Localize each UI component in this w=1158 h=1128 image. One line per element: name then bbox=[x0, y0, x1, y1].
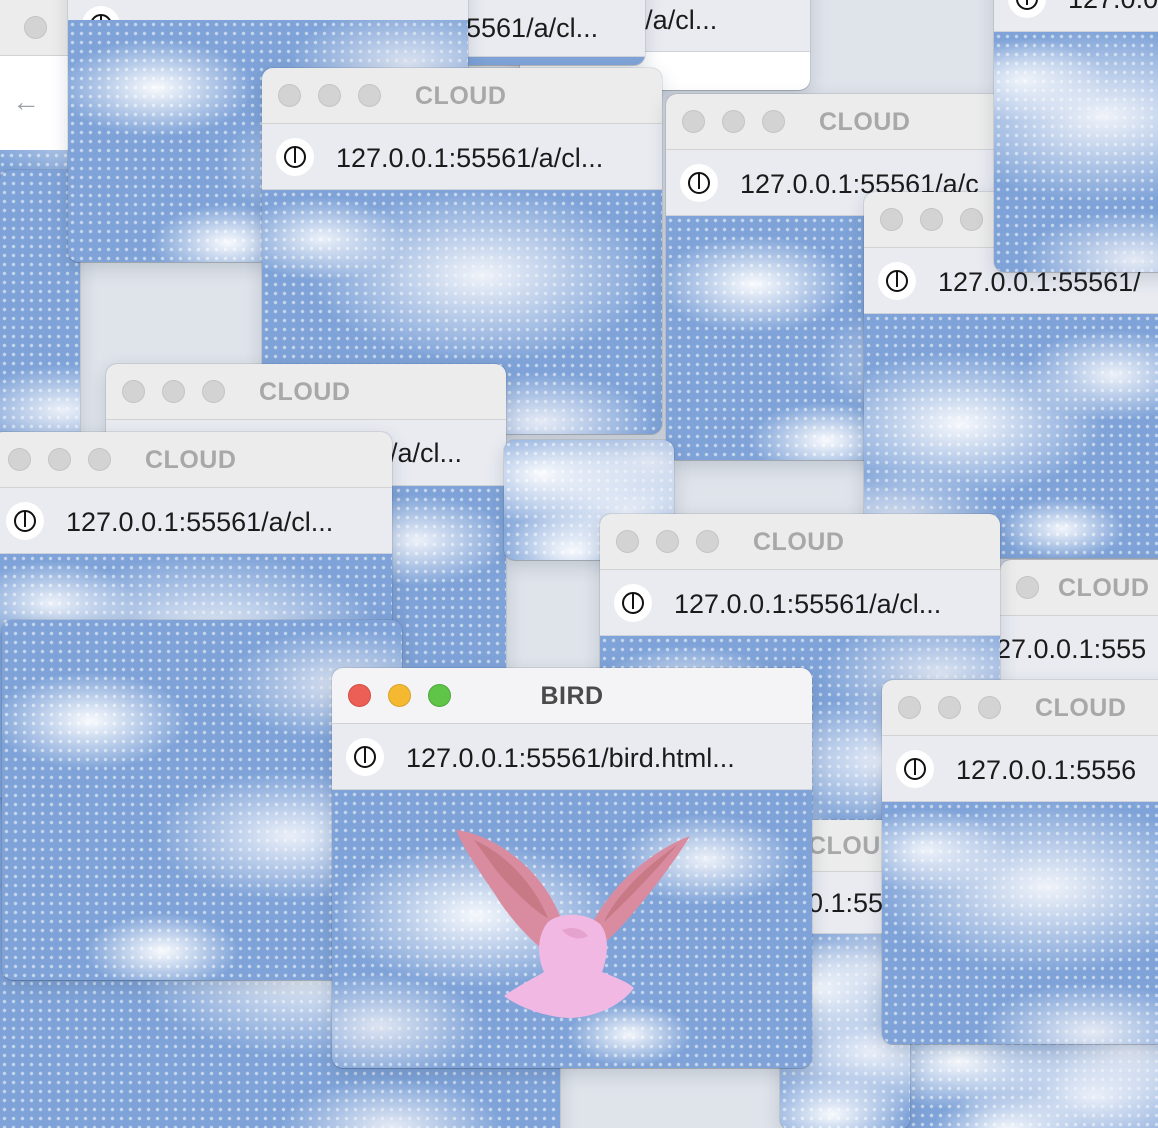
cloud-image bbox=[900, 1030, 1158, 1128]
title-bar[interactable]: CLOUD bbox=[1000, 560, 1158, 616]
zoom-button[interactable] bbox=[960, 208, 983, 231]
url-text[interactable]: 127.0.0.1:5556 bbox=[956, 755, 1136, 786]
address-bar[interactable]: 127.0.0.1:55561/a/cl... bbox=[0, 488, 392, 554]
close-button[interactable] bbox=[1016, 576, 1039, 599]
info-circle-icon[interactable] bbox=[1008, 0, 1046, 18]
url-text[interactable]: 127.0.0.1:55561/bird.html... bbox=[406, 743, 735, 774]
info-circle-icon[interactable] bbox=[878, 262, 916, 300]
window-title: CLOUD bbox=[819, 108, 911, 136]
minimize-button[interactable] bbox=[938, 696, 961, 719]
title-bar[interactable]: BIRD bbox=[332, 668, 812, 724]
window-title: CLOU bbox=[808, 832, 881, 860]
url-text[interactable]: 127.0.0.1:55561/a/cl... bbox=[336, 143, 603, 174]
window-title: CLOUD bbox=[259, 378, 351, 406]
cloud-image bbox=[882, 802, 1158, 1044]
zoom-button[interactable] bbox=[696, 530, 719, 553]
title-bar[interactable]: CLOUD bbox=[0, 432, 392, 488]
close-button[interactable] bbox=[682, 110, 705, 133]
cloud-window-5[interactable]: 127.0.0. bbox=[994, 0, 1158, 272]
minimize-button[interactable] bbox=[722, 110, 745, 133]
address-bar[interactable]: 127.0.0.1:55561/a/cl... bbox=[262, 124, 662, 190]
info-circle-icon[interactable] bbox=[276, 138, 314, 176]
address-bar[interactable]: 127.0.0. bbox=[994, 0, 1158, 32]
close-button[interactable] bbox=[880, 208, 903, 231]
cloud-window-bg-bottom-right[interactable] bbox=[900, 1030, 1158, 1128]
url-text[interactable]: /a/cl... bbox=[390, 438, 462, 469]
address-bar[interactable]: 127.0.0.1:55561/bird.html... bbox=[332, 724, 812, 790]
info-circle-icon[interactable] bbox=[346, 738, 384, 776]
window-title: BIRD bbox=[540, 682, 604, 710]
url-text[interactable]: 5561/a/cl... bbox=[466, 13, 598, 44]
window-title: CLOUD bbox=[145, 446, 237, 474]
minimize-button[interactable] bbox=[318, 84, 341, 107]
url-text[interactable]: 27.0.0.1:555 bbox=[1000, 634, 1146, 665]
window-title: CLOUD bbox=[753, 528, 845, 556]
close-button[interactable] bbox=[898, 696, 921, 719]
close-button[interactable] bbox=[122, 380, 145, 403]
url-text[interactable]: 127.0.0.1:55561/a/cl... bbox=[66, 507, 333, 538]
cloud-window-13[interactable]: CLOUD 127.0.0.1:5556 bbox=[882, 680, 1158, 1044]
info-circle-icon[interactable] bbox=[614, 584, 652, 622]
address-bar[interactable]: 27.0.0.1:555 bbox=[1000, 616, 1158, 682]
back-arrow-icon[interactable]: ← bbox=[12, 86, 40, 118]
cloud-window-bg-top-partial[interactable]: 5561/a/cl... bbox=[440, 0, 645, 65]
desktop: ← 127.0.0.1:55561/a/cl... 5561/a/cl... bbox=[0, 0, 1158, 1128]
minimize-button[interactable] bbox=[162, 380, 185, 403]
minimize-button[interactable] bbox=[920, 208, 943, 231]
address-bar[interactable]: 127.0.0.1:5556 bbox=[882, 736, 1158, 802]
window-title: CLOUD bbox=[415, 82, 507, 110]
address-bar[interactable]: 127.0.0.1:55561/a/cl... bbox=[600, 570, 1000, 636]
url-text[interactable]: 127.0.0.1:55561/a/cl... bbox=[674, 589, 941, 620]
zoom-button[interactable] bbox=[202, 380, 225, 403]
minimize-button[interactable] bbox=[656, 530, 679, 553]
info-circle-icon[interactable] bbox=[6, 502, 44, 540]
cloud-image bbox=[332, 790, 812, 1068]
minimize-button[interactable] bbox=[48, 448, 71, 471]
window-title: CLOUD bbox=[1035, 694, 1127, 722]
close-button[interactable] bbox=[8, 448, 31, 471]
title-bar[interactable]: CLOUD bbox=[262, 68, 662, 124]
title-bar[interactable]: CLOUD bbox=[106, 364, 506, 420]
url-text[interactable]: 127.0.0. bbox=[1068, 0, 1158, 15]
title-bar[interactable]: CLOUD bbox=[882, 680, 1158, 736]
url-text[interactable]: 0.1:55 bbox=[808, 888, 883, 919]
zoom-button[interactable] bbox=[358, 84, 381, 107]
info-circle-icon[interactable] bbox=[896, 750, 934, 788]
bird-window[interactable]: BIRD 127.0.0.1:55561/bird.html... bbox=[332, 668, 812, 1068]
zoom-button[interactable] bbox=[762, 110, 785, 133]
title-bar[interactable]: CLOUD bbox=[600, 514, 1000, 570]
zoom-button[interactable] bbox=[978, 696, 1001, 719]
info-circle-icon[interactable] bbox=[680, 164, 718, 202]
cloud-image bbox=[994, 32, 1158, 272]
bird-image bbox=[456, 830, 690, 1018]
close-button[interactable] bbox=[616, 530, 639, 553]
close-button[interactable] bbox=[24, 16, 47, 39]
close-button[interactable] bbox=[278, 84, 301, 107]
address-bar[interactable]: 5561/a/cl... bbox=[440, 0, 645, 57]
window-title: CLOUD bbox=[1058, 574, 1150, 602]
zoom-button[interactable] bbox=[88, 448, 111, 471]
